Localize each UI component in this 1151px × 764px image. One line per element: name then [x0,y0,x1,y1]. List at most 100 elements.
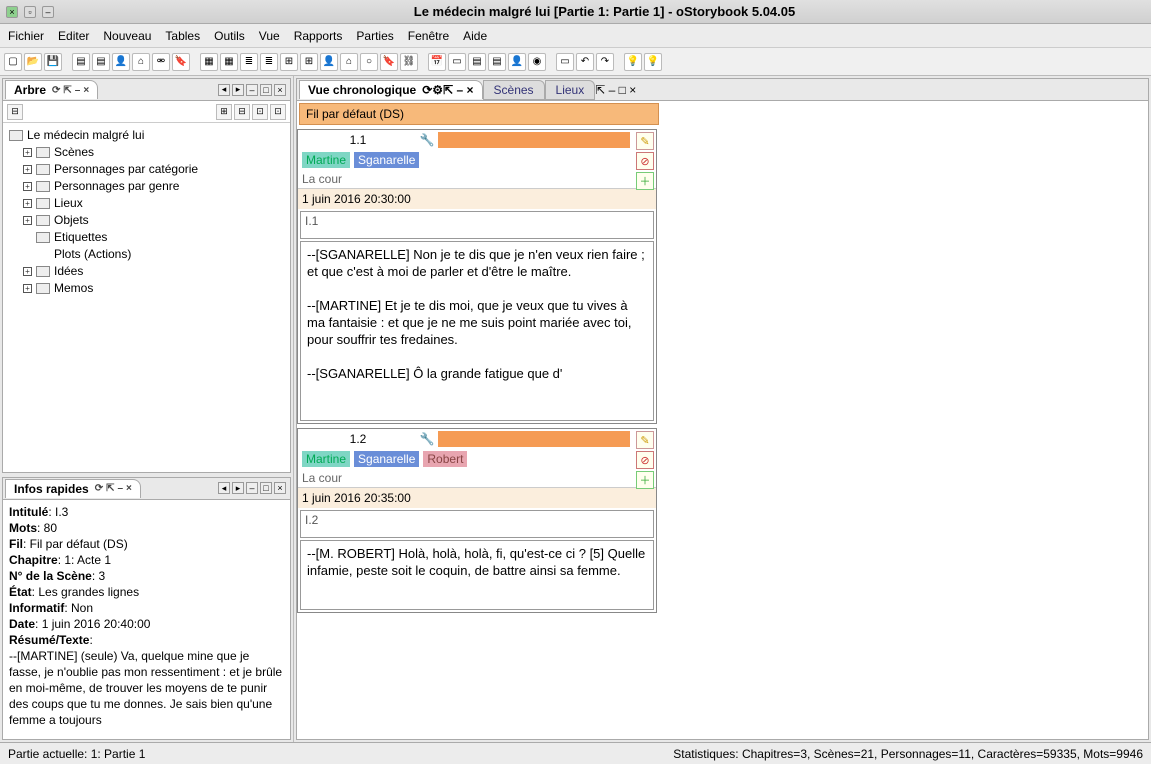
tb-storyboard-icon[interactable]: ◉ [528,53,546,71]
tb-link-icon[interactable]: ⛓ [400,53,418,71]
scene-delete-icon[interactable]: ⊘ [636,152,654,170]
tb-open-icon[interactable]: 📂 [24,53,42,71]
panel-max-icon[interactable]: □ [260,84,272,96]
tree-node-pers-genre[interactable]: Personnages par genre [54,178,179,195]
scene-add-icon[interactable]: ＋ [636,172,654,190]
tree-view4-icon[interactable]: ⊡ [270,104,286,120]
panel-min-icon[interactable]: – [609,83,616,97]
panel-max-icon[interactable]: □ [260,482,272,494]
tb-manage-icon[interactable]: ▤ [468,53,486,71]
tab-lieux[interactable]: Lieux [545,80,596,100]
tb-doc-icon[interactable]: ▤ [72,53,90,71]
tb-redo-icon[interactable]: ↷ [596,53,614,71]
tree-view3-icon[interactable]: ⊡ [252,104,268,120]
tb-save-icon[interactable]: 💾 [44,53,62,71]
character-tag[interactable]: Sganarelle [354,152,419,168]
tb-undo-icon[interactable]: ↶ [576,53,594,71]
tb-help-icon[interactable]: 💡 [644,53,662,71]
tree-node-memos[interactable]: Memos [54,280,93,297]
panel-close-icon[interactable]: × [629,83,636,97]
panel-min-icon[interactable]: – [246,84,258,96]
close-tab-icon[interactable]: × [467,83,474,97]
expand-icon[interactable]: + [23,267,32,276]
character-tag[interactable]: Martine [302,152,350,168]
project-tree[interactable]: Le médecin malgré lui + Scènes + Personnag… [3,123,290,472]
tb-house-icon[interactable]: ⌂ [340,53,358,71]
tree-node-etiquettes[interactable]: Etiquettes [54,229,107,246]
refresh-icon[interactable]: ⟳ [95,483,103,494]
tb-person2-icon[interactable]: 👤 [320,53,338,71]
expand-icon[interactable]: + [23,182,32,191]
tree-node-scenes[interactable]: Scènes [54,144,94,161]
panel-min-icon[interactable]: – [246,482,258,494]
tree-node-plots[interactable]: Plots (Actions) [54,246,131,263]
menu-nouveau[interactable]: Nouveau [103,29,151,43]
tb-export-icon[interactable]: ▭ [556,53,574,71]
panel-close-icon[interactable]: × [274,84,286,96]
tb-table1-icon[interactable]: ▦ [200,53,218,71]
refresh-icon[interactable]: ⟳ [52,85,60,96]
tb-circle-icon[interactable]: ○ [360,53,378,71]
scene-edit-icon[interactable]: ✎ [636,431,654,449]
panel-close-icon[interactable]: × [274,482,286,494]
menu-outils[interactable]: Outils [214,29,245,43]
expand-icon[interactable]: + [23,148,32,157]
chrono-tab[interactable]: Vue chronologique ⟳⚙⇱ – × [299,80,483,99]
window-close-icon[interactable]: × [6,6,18,18]
scene-add-icon[interactable]: ＋ [636,471,654,489]
tb-memoria-icon[interactable]: 👤 [508,53,526,71]
pin-icon[interactable]: ⇱ [106,483,114,494]
options-icon[interactable]: ⚙ [432,83,443,97]
scene-delete-icon[interactable]: ⊘ [636,451,654,469]
expand-icon[interactable]: + [23,165,32,174]
tb-list-icon[interactable]: ≣ [240,53,258,71]
expand-icon[interactable]: + [23,284,32,293]
panel-nav-left-icon[interactable]: ◂ [218,84,230,96]
tree-expand-icon[interactable]: ⊟ [7,104,23,120]
tb-book-icon[interactable]: ▭ [448,53,466,71]
tb-idea-icon[interactable]: 💡 [624,53,642,71]
panel-max-icon[interactable]: □ [619,83,626,97]
tree-node-pers-cat[interactable]: Personnages par catégorie [54,161,198,178]
panel-pin-icon[interactable]: ⇱ [595,83,605,97]
tree-view2-icon[interactable]: ⊟ [234,104,250,120]
panel-nav-left-icon[interactable]: ◂ [218,482,230,494]
tb-person-icon[interactable]: 👤 [112,53,130,71]
scene-text[interactable]: --[SGANARELLE] Non je te dis que je n'en… [300,241,654,421]
menu-aide[interactable]: Aide [463,29,487,43]
tb-grid-icon[interactable]: ⊞ [280,53,298,71]
close-tab-icon[interactable]: × [83,85,89,96]
scene-summary[interactable]: I.2 [300,510,654,538]
tree-node-idees[interactable]: Idées [54,263,83,280]
menu-rapports[interactable]: Rapports [294,29,343,43]
tb-strand-icon[interactable]: ⚮ [152,53,170,71]
menu-tables[interactable]: Tables [165,29,200,43]
window-restore-icon[interactable]: ▫ [24,6,36,18]
refresh-icon[interactable]: ⟳ [422,83,432,97]
wrench-icon[interactable]: 🔧 [418,133,436,147]
pin-icon[interactable]: ⇱ [63,85,71,96]
wrench-icon[interactable]: 🔧 [418,432,436,446]
tb-grid2-icon[interactable]: ⊞ [300,53,318,71]
chrono-scroll[interactable]: Fil par défaut (DS) ✎ ⊘ ＋ 1.1 🔧 [297,101,1148,739]
min-icon[interactable]: – [117,483,123,494]
menu-parties[interactable]: Parties [356,29,393,43]
scene-edit-icon[interactable]: ✎ [636,132,654,150]
tree-view1-icon[interactable]: ⊞ [216,104,232,120]
menu-fenetre[interactable]: Fenêtre [408,29,449,43]
menu-editer[interactable]: Editer [58,29,89,43]
expand-icon[interactable]: + [23,199,32,208]
tab-scenes[interactable]: Scènes [483,80,545,100]
info-tab[interactable]: Infos rapides ⟳ ⇱ – × [5,479,141,498]
tb-new-icon[interactable]: ▢ [4,53,22,71]
min-icon[interactable]: – [456,83,463,97]
character-tag[interactable]: Robert [423,451,467,467]
tb-location-icon[interactable]: ⌂ [132,53,150,71]
expand-icon[interactable]: + [23,216,32,225]
tree-root[interactable]: Le médecin malgré lui [27,127,144,144]
scene-text[interactable]: --[M. ROBERT] Holà, holà, holà, fi, qu'e… [300,540,654,610]
tb-reading-icon[interactable]: ▤ [488,53,506,71]
tb-calendar-icon[interactable]: 📅 [428,53,446,71]
close-tab-icon[interactable]: × [126,483,132,494]
min-icon[interactable]: – [75,85,81,96]
